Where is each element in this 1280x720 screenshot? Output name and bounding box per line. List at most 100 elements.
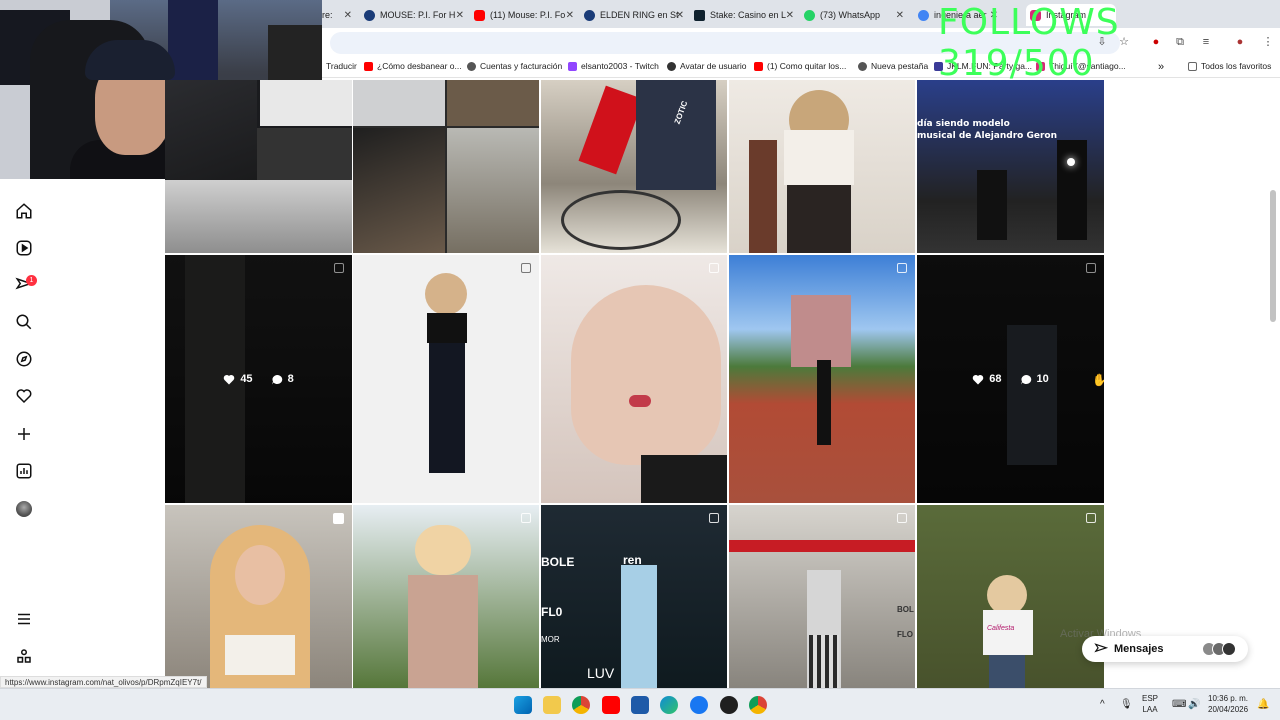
tray-overflow-icon[interactable]: ^ [1100, 699, 1105, 710]
multi-post-icon [897, 513, 907, 523]
network-icon[interactable]: ⌨ [1172, 699, 1186, 710]
search-icon[interactable] [12, 310, 36, 334]
notification-center-icon[interactable]: 🔔 [1257, 699, 1269, 710]
post-tile[interactable] [353, 255, 539, 503]
post-tile-collage[interactable] [353, 80, 539, 253]
post-tile-reel[interactable] [165, 505, 352, 688]
tab-title: MOUSE: P.I. For H [380, 10, 456, 20]
post-tile-video[interactable]: día siendo modelo musical de Alejandro Ge… [917, 80, 1104, 253]
close-icon[interactable]: ✕ [456, 10, 464, 21]
youtube-icon [474, 9, 485, 21]
microphone-icon[interactable]: 🎙 [1120, 699, 1133, 710]
whatsapp-icon [804, 9, 815, 21]
menu-icon[interactable] [12, 607, 36, 631]
multi-post-icon [709, 513, 719, 523]
file-explorer-icon[interactable] [543, 696, 561, 714]
heart-icon [972, 374, 984, 384]
post-tile[interactable] [353, 505, 539, 688]
multi-post-icon [521, 513, 531, 523]
multi-post-icon [1086, 513, 1096, 523]
more-icon[interactable] [12, 644, 36, 668]
youtube-taskbar-icon[interactable] [602, 696, 620, 714]
volume-icon[interactable]: 🔊 [1188, 699, 1200, 710]
facebook-icon[interactable] [690, 696, 708, 714]
tab-title: ELDEN RING en St [600, 10, 679, 20]
post-tile[interactable]: 68 10 ✋ [917, 255, 1104, 503]
bookmark-item[interactable]: Nueva pestaña [858, 61, 928, 71]
windows-taskbar: ^ 🎙 ESP LAA ⌨ 🔊 10:36 p. m. 20/04/2026 🔔 [0, 688, 1280, 720]
post-tile[interactable] [541, 255, 727, 503]
comments-count: 8 [287, 373, 294, 385]
right-whitespace [1104, 80, 1280, 688]
screen: re: ✕ MOUSE: P.I. For H ✕ (11) Mouse: P.I.… [0, 0, 1280, 720]
post-tile[interactable] [165, 80, 352, 253]
store-icon[interactable] [631, 696, 649, 714]
home-icon[interactable] [12, 199, 36, 223]
close-icon[interactable]: ✕ [896, 10, 904, 21]
language-indicator[interactable]: ESP LAA [1142, 693, 1158, 715]
comment-icon [271, 374, 282, 384]
post-tile[interactable]: ZOTIC [541, 80, 727, 253]
dashboard-icon[interactable] [12, 459, 36, 483]
post-tile[interactable]: 45 8 [165, 255, 352, 503]
bookmark-item[interactable]: Avatar de usuario [667, 61, 746, 71]
notifications-icon[interactable] [12, 384, 36, 408]
tab-whatsapp[interactable]: (73) WhatsApp ✕ [804, 4, 904, 26]
tab-title: re: [322, 10, 333, 20]
multi-post-icon [709, 263, 719, 273]
post-hover-overlay: 45 8 [165, 255, 352, 503]
bookmark-item[interactable]: Cuentas y facturación [467, 61, 562, 71]
obs-icon[interactable] [720, 696, 738, 714]
edge-icon[interactable] [660, 696, 678, 714]
likes-count: 45 [240, 373, 253, 385]
windows-start-icon[interactable] [514, 696, 532, 714]
google-icon [918, 9, 929, 21]
send-icon [1094, 643, 1108, 653]
bookmark-item[interactable]: ¿Cómo desbanear o... [364, 61, 462, 71]
page-scrollbar[interactable] [1270, 190, 1276, 322]
steam-icon [364, 9, 375, 21]
notification-badge: 1 [26, 275, 37, 286]
post-tile[interactable] [729, 80, 915, 253]
posts-grid: ZOTIC día siendo modelo musical de Alejan… [165, 80, 1104, 688]
reels-icon[interactable] [12, 236, 36, 260]
twitch-icon [568, 61, 577, 71]
post-tile[interactable] [729, 255, 915, 503]
reel-icon [333, 513, 344, 524]
avatar [1222, 642, 1236, 656]
comment-icon [1020, 374, 1031, 384]
chrome-profile-icon[interactable] [749, 696, 767, 714]
tab-partial[interactable]: re: ✕ [322, 4, 352, 26]
church [791, 295, 851, 367]
follows-counter-overlay: FOLLOWS 319/500 [938, 2, 1120, 84]
bookmark-item[interactable]: elsanto2003 - Twitch [568, 61, 659, 71]
tab-elden-ring[interactable]: ELDEN RING en St ✕ [584, 4, 684, 26]
chrome-icon[interactable] [572, 696, 590, 714]
github-icon [667, 61, 676, 71]
explore-icon[interactable] [12, 347, 36, 371]
messages-dock-button[interactable]: Mensajes [1082, 636, 1248, 662]
styrofoam-containers [165, 180, 352, 253]
close-icon[interactable]: ✕ [344, 10, 352, 21]
bookmark-item[interactable]: (1) Como quitar los... [754, 61, 846, 71]
heart-icon [224, 374, 235, 384]
link-status-url: https://www.instagram.com/nat_olivos/p/D… [0, 676, 207, 688]
bookmark-item[interactable]: Traducir [326, 61, 357, 71]
close-icon[interactable]: ✕ [786, 10, 794, 21]
youtube-icon [364, 61, 373, 71]
create-icon[interactable] [12, 422, 36, 446]
tab-stake[interactable]: Stake: Casino en L ✕ [694, 4, 794, 26]
tab-title: (73) WhatsApp [820, 10, 881, 20]
post-tile[interactable]: Califesta [917, 505, 1104, 688]
close-icon[interactable]: ✕ [676, 10, 684, 21]
post-tile[interactable]: BOLE FL0 MOR LUV ren [541, 505, 727, 688]
messages-label: Mensajes [1114, 643, 1164, 655]
likes-count: 68 [989, 373, 1002, 385]
tab-mouse-1[interactable]: MOUSE: P.I. For H ✕ [364, 4, 464, 26]
tab-mouse-youtube[interactable]: (11) Mouse: P.I. Fo ✕ [474, 4, 574, 26]
post-tile[interactable]: BOL FLO [729, 505, 915, 688]
close-icon[interactable]: ✕ [566, 10, 574, 21]
clock[interactable]: 10:36 p. m. 20/04/2026 [1208, 693, 1248, 715]
globe-icon [467, 61, 476, 71]
profile-icon[interactable] [12, 497, 36, 521]
